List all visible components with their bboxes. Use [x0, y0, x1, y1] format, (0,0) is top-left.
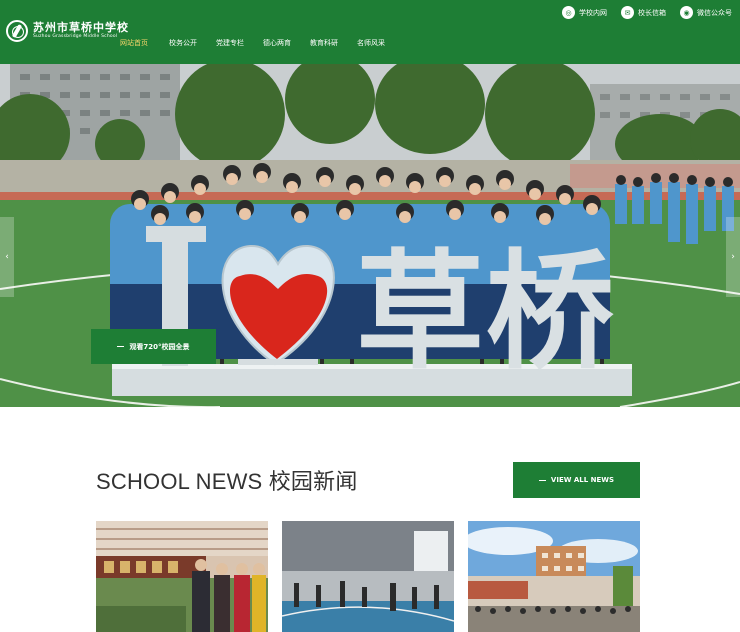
site-header: 苏州市草桥中学校 Suzhou Grassbridge Middle Schoo… [0, 0, 740, 64]
news-section-title: SCHOOL NEWS 校园新闻 [96, 469, 358, 494]
chevron-right-icon: › [731, 252, 735, 262]
nav-item-party-building[interactable]: 党建专栏 [216, 38, 244, 48]
hero-prev-arrow[interactable]: ‹ [0, 217, 14, 297]
top-link-principal-mailbox[interactable]: ✉ 校长信箱 [621, 6, 666, 19]
chevron-left-icon: ‹ [5, 252, 9, 262]
sign-char-cao: 草 [356, 238, 484, 387]
wechat-icon: ◉ [680, 6, 693, 19]
nav-item-school-affairs[interactable]: 校务公开 [169, 38, 197, 48]
hero-next-arrow[interactable]: › [726, 217, 740, 297]
news-card-image [282, 521, 454, 632]
view-all-news-label: VIEW ALL NEWS [550, 476, 615, 484]
nav-item-home[interactable]: 网站首页 [120, 38, 148, 48]
news-card[interactable] [96, 521, 268, 632]
news-card-image [468, 521, 640, 632]
top-links: ◎ 学校内网 ✉ 校长信箱 ◉ 微信公众号 [548, 6, 732, 19]
nav-item-teachers[interactable]: 名师风采 [357, 38, 385, 48]
globe-icon: ◎ [562, 6, 575, 19]
campus-tour-button[interactable]: 观看720°校园全景 [91, 329, 216, 364]
hero-banner: 草 桥 ‹ › 观看720°校园全景 [0, 64, 740, 407]
school-emblem-icon [6, 20, 28, 42]
top-link-wechat[interactable]: ◉ 微信公众号 [680, 6, 732, 19]
nav-item-moral-education[interactable]: 德心两育 [263, 38, 291, 48]
mailbox-icon: ✉ [621, 6, 634, 19]
sign-char-qiao: 桥 [486, 238, 614, 387]
nav-item-research[interactable]: 教育科研 [310, 38, 338, 48]
top-link-intranet[interactable]: ◎ 学校内网 [562, 6, 607, 19]
logo-name-cn: 苏州市草桥中学校 [33, 21, 129, 34]
campus-tour-label: 观看720°校园全景 [129, 342, 190, 351]
school-logo[interactable]: 苏州市草桥中学校 Suzhou Grassbridge Middle Schoo… [6, 20, 129, 42]
news-card-image [96, 521, 268, 632]
top-link-label: 学校内网 [579, 8, 607, 17]
news-card[interactable] [468, 521, 640, 632]
top-link-label: 微信公众号 [697, 8, 732, 17]
view-all-news-button[interactable]: VIEW ALL NEWS [513, 462, 640, 498]
news-card[interactable] [282, 521, 454, 632]
dash-icon [538, 479, 546, 481]
main-nav: 网站首页 校务公开 党建专栏 德心两育 教育科研 名师风采 [112, 38, 385, 48]
dash-icon [117, 346, 125, 347]
top-link-label: 校长信箱 [638, 8, 666, 17]
